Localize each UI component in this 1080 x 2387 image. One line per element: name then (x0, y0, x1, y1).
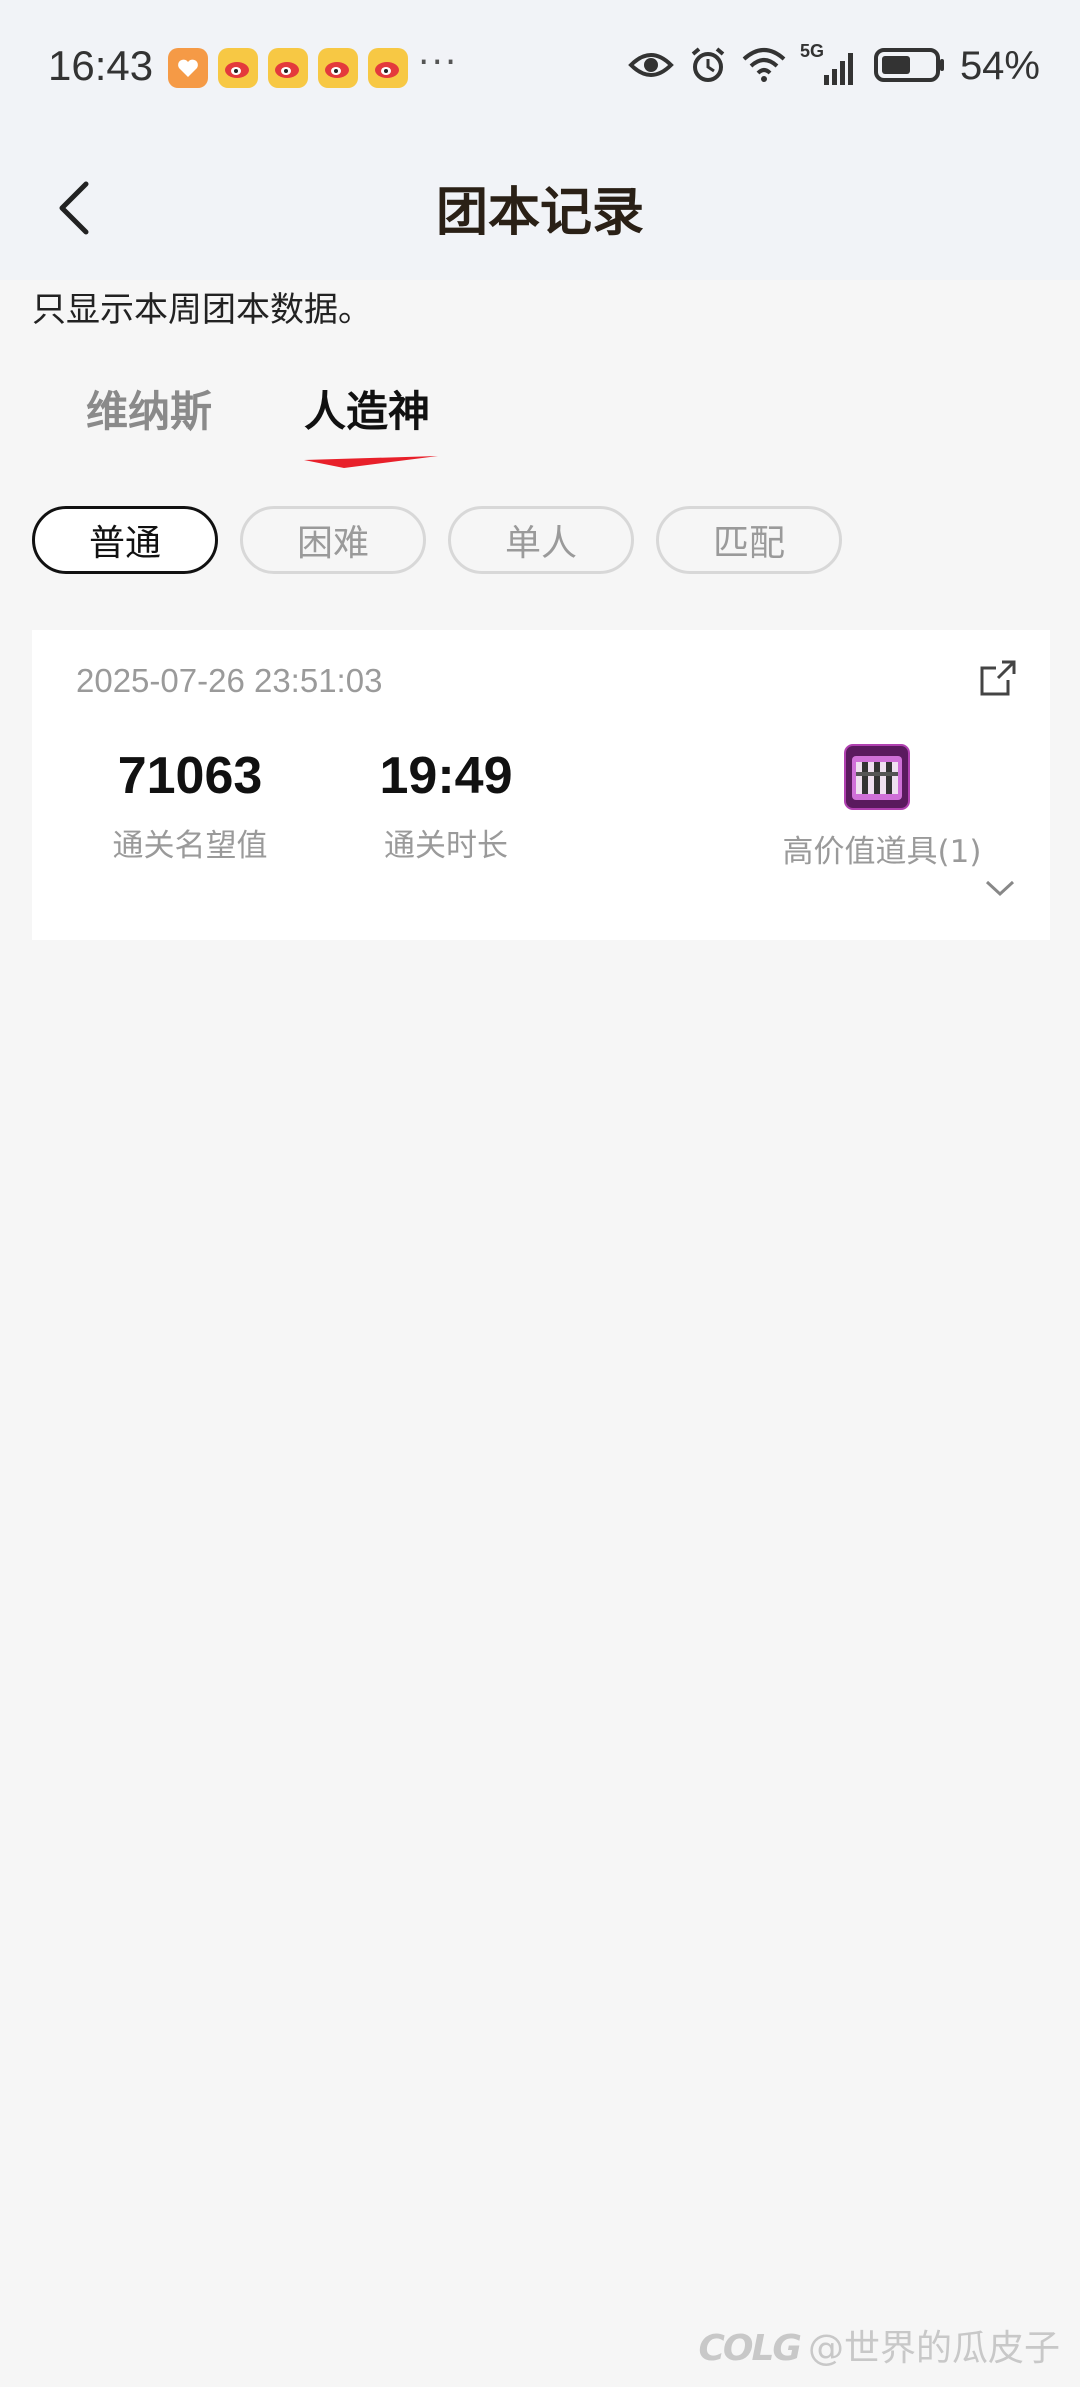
battery-icon (873, 47, 946, 87)
eye-icon (628, 50, 674, 84)
watermark: COLG @世界的瓜皮子 (698, 2319, 1060, 2371)
chevron-down-icon[interactable] (984, 878, 1016, 902)
reputation-label: 通关名望值 (112, 828, 268, 864)
network-type: 5G (799, 40, 824, 61)
raid-record-card: 2025-07-26 23:51:03 71063 通关名望值 19:49 通关… (32, 630, 1050, 940)
weibo-icon (368, 48, 408, 88)
wifi-icon (742, 47, 786, 87)
notification-icons (168, 48, 408, 88)
tab-venus[interactable]: 维纳斯 (86, 378, 212, 439)
page-title: 团本记录 (435, 183, 644, 243)
record-date: 2025-07-26 23:51:03 (76, 662, 383, 699)
tab-label: 人造神 (304, 387, 431, 436)
watermark-text: @世界的瓜皮子 (807, 2328, 1060, 2369)
alarm-icon (688, 45, 728, 89)
weibo-icon (318, 48, 358, 88)
reputation-stat: 71063 通关名望值 (70, 746, 310, 865)
filter-match[interactable]: 匹配 (656, 506, 842, 574)
more-notifications-icon: ··· (418, 42, 459, 83)
system-status: 5G 54% (628, 41, 1040, 89)
filter-hard[interactable]: 困难 (240, 506, 426, 574)
active-tab-indicator (304, 456, 439, 468)
battery-percentage: 54% (959, 44, 1040, 88)
app-notification-icon (168, 48, 208, 88)
duration-value: 19:49 (379, 747, 513, 805)
watermark-logo: COLG (698, 2328, 802, 2369)
high-value-item-icon[interactable] (844, 744, 910, 810)
filter-solo[interactable]: 单人 (448, 506, 634, 574)
difficulty-filters: 普通 困难 单人 匹配 (32, 506, 842, 574)
status-bar: 16:43 ··· 5G 54% (0, 0, 1080, 140)
tab-label: 维纳斯 (86, 387, 213, 436)
weibo-icon (268, 48, 308, 88)
filter-normal[interactable]: 普通 (32, 506, 218, 574)
raid-tabs: 维纳斯 人造神 (86, 378, 522, 468)
share-icon[interactable] (978, 658, 1018, 702)
app-header: 团本记录 (0, 140, 1080, 280)
duration-label: 通关时长 (384, 828, 508, 864)
cellular-signal-icon: 5G (800, 41, 860, 87)
duration-stat: 19:49 通关时长 (336, 746, 556, 865)
weibo-icon (218, 48, 258, 88)
high-value-items-label: 高价值道具(1) (782, 834, 982, 870)
reputation-value: 71063 (117, 747, 263, 805)
tab-artificial-god[interactable]: 人造神 (304, 378, 439, 468)
notice-text: 只显示本周团本数据。 (32, 290, 372, 330)
status-time: 16:43 (48, 42, 154, 89)
